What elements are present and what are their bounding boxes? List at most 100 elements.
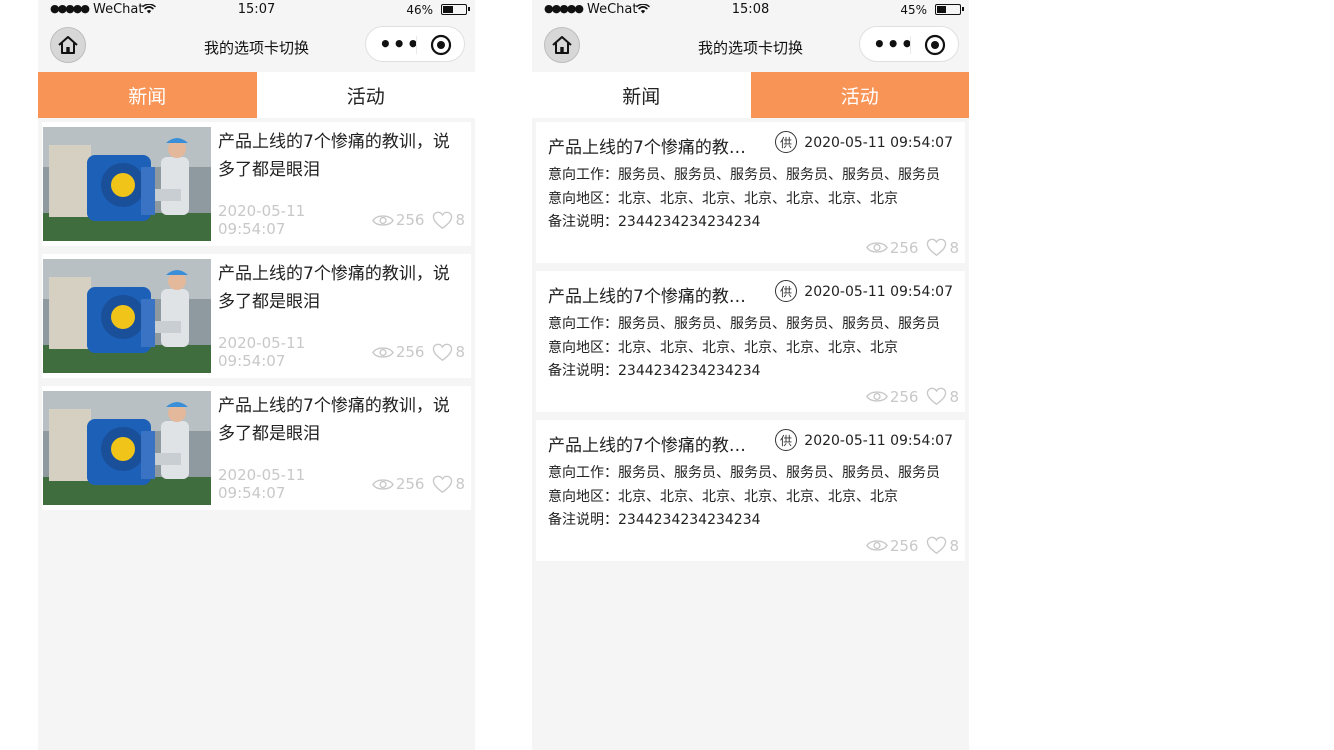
remark: 备注说明：2344234234234234 <box>548 214 761 230</box>
intended-job: 意向工作：服务员、服务员、服务员、服务员、服务员、服务员 <box>548 465 940 481</box>
views-count: 256 <box>372 475 425 493</box>
activity-title: 产品上线的7个惨痛的教训... <box>548 287 760 307</box>
likes-count[interactable]: 8 <box>926 387 959 406</box>
activity-item[interactable]: 产品上线的7个惨痛的教训... 供 2020-05-11 09:54:07 意向工作：… <box>536 271 965 412</box>
likes-value: 8 <box>455 475 465 493</box>
views-value: 256 <box>395 211 425 229</box>
phone-screen-news: ●●●●● WeChat 15:07 46% 我的选项卡切换 ••• 新闻 活动… <box>38 0 475 750</box>
views-count: 256 <box>866 238 919 257</box>
tab-activity[interactable]: 活动 <box>750 72 969 118</box>
capsule-divider <box>910 36 911 54</box>
activity-header: 产品上线的7个惨痛的教训... 供 2020-05-11 09:54:07 <box>542 271 959 313</box>
tab-news[interactable]: 新闻 <box>532 72 751 118</box>
news-thumbnail <box>43 259 211 373</box>
target-icon[interactable] <box>430 34 452 56</box>
news-title: 产品上线的7个惨痛的教训，说多了都是眼泪 <box>218 132 450 180</box>
news-meta: 2020-05-11 09:54:07 256 8 <box>218 334 465 370</box>
supply-badge: 供 <box>775 429 797 451</box>
eye-icon <box>866 538 888 553</box>
likes-count[interactable]: 8 <box>432 343 465 362</box>
battery-percent: 45% <box>900 3 927 17</box>
activity-header: 产品上线的7个惨痛的教训... 供 2020-05-11 09:54:07 <box>542 122 959 164</box>
heart-icon <box>926 238 947 257</box>
views-count: 256 <box>866 536 919 555</box>
news-item[interactable]: 产品上线的7个惨痛的教训，说多了都是眼泪 2020-05-11 09:54:07 2… <box>42 254 471 378</box>
intended-job: 意向工作：服务员、服务员、服务员、服务员、服务员、服务员 <box>548 167 940 183</box>
activity-date: 2020-05-11 09:54:07 <box>804 284 953 300</box>
battery-icon <box>441 4 470 15</box>
views-value: 256 <box>395 475 425 493</box>
intended-area: 意向地区：北京、北京、北京、北京、北京、北京、北京 <box>548 488 898 505</box>
activity-list: 产品上线的7个惨痛的教训... 供 2020-05-11 09:54:07 意向工作：… <box>532 118 969 561</box>
views-value: 256 <box>889 238 919 257</box>
remark: 备注说明：2344234234234234 <box>548 512 761 528</box>
news-date: 2020-05-11 09:54:07 <box>218 202 306 238</box>
heart-icon <box>926 387 947 406</box>
tab-bar: 新闻 活动 <box>532 72 969 118</box>
heart-icon <box>432 475 453 494</box>
nav-bar: 我的选项卡切换 ••• <box>532 20 969 72</box>
likes-count[interactable]: 8 <box>432 211 465 230</box>
menu-capsule: ••• <box>365 26 465 62</box>
likes-count[interactable]: 8 <box>432 475 465 494</box>
intended-area: 意向地区：北京、北京、北京、北京、北京、北京、北京 <box>548 190 898 207</box>
news-item[interactable]: 产品上线的7个惨痛的教训，说多了都是眼泪 2020-05-11 09:54:07 2… <box>42 386 471 510</box>
views-count: 256 <box>866 387 919 406</box>
eye-icon <box>372 345 394 360</box>
activity-date: 2020-05-11 09:54:07 <box>804 433 953 449</box>
likes-value: 8 <box>949 387 959 406</box>
supply-badge: 供 <box>775 131 797 153</box>
eye-icon <box>866 240 888 255</box>
news-list: 产品上线的7个惨痛的教训，说多了都是眼泪 2020-05-11 09:54:07 2… <box>38 118 475 510</box>
activity-item[interactable]: 产品上线的7个惨痛的教训... 供 2020-05-11 09:54:07 意向工作：… <box>536 420 965 561</box>
heart-icon <box>432 343 453 362</box>
views-value: 256 <box>889 387 919 406</box>
heart-icon <box>926 536 947 555</box>
factory-photo-icon <box>43 127 211 241</box>
more-dots-icon[interactable]: ••• <box>873 34 914 54</box>
news-title: 产品上线的7个惨痛的教训，说多了都是眼泪 <box>218 264 450 312</box>
views-value: 256 <box>395 343 425 361</box>
likes-value: 8 <box>949 238 959 257</box>
likes-count[interactable]: 8 <box>926 238 959 257</box>
likes-count[interactable]: 8 <box>926 536 959 555</box>
tab-activity[interactable]: 活动 <box>256 72 475 118</box>
news-meta: 2020-05-11 09:54:07 256 8 <box>218 466 465 502</box>
activity-date: 2020-05-11 09:54:07 <box>804 135 953 151</box>
likes-value: 8 <box>455 211 465 229</box>
likes-value: 8 <box>949 536 959 555</box>
tab-news[interactable]: 新闻 <box>38 72 257 118</box>
supply-badge: 供 <box>775 280 797 302</box>
factory-photo-icon <box>43 391 211 505</box>
news-meta: 2020-05-11 09:54:07 256 8 <box>218 202 465 238</box>
target-icon[interactable] <box>924 34 946 56</box>
likes-value: 8 <box>455 343 465 361</box>
activity-title: 产品上线的7个惨痛的教训... <box>548 138 760 158</box>
news-item[interactable]: 产品上线的7个惨痛的教训，说多了都是眼泪 2020-05-11 09:54:07 2… <box>42 122 471 246</box>
news-thumbnail <box>43 391 211 505</box>
views-value: 256 <box>889 536 919 555</box>
nav-bar: 我的选项卡切换 ••• <box>38 20 475 72</box>
activity-header: 产品上线的7个惨痛的教训... 供 2020-05-11 09:54:07 <box>542 420 959 462</box>
news-date: 2020-05-11 09:54:07 <box>218 334 306 370</box>
battery-icon <box>935 4 964 15</box>
news-title: 产品上线的7个惨痛的教训，说多了都是眼泪 <box>218 396 450 444</box>
news-date: 2020-05-11 09:54:07 <box>218 466 306 502</box>
factory-photo-icon <box>43 259 211 373</box>
activity-item[interactable]: 产品上线的7个惨痛的教训... 供 2020-05-11 09:54:07 意向工作：… <box>536 122 965 263</box>
tab-bar: 新闻 活动 <box>38 72 475 118</box>
intended-job: 意向工作：服务员、服务员、服务员、服务员、服务员、服务员 <box>548 316 940 332</box>
status-bar: ●●●●● WeChat 15:07 46% <box>38 0 475 20</box>
activity-title: 产品上线的7个惨痛的教训... <box>548 436 760 456</box>
menu-capsule: ••• <box>859 26 959 62</box>
views-count: 256 <box>372 211 425 229</box>
activity-stats: 256 8 <box>858 238 959 257</box>
news-thumbnail <box>43 127 211 241</box>
more-dots-icon[interactable]: ••• <box>379 34 420 54</box>
activity-stats: 256 8 <box>858 536 959 555</box>
remark: 备注说明：2344234234234234 <box>548 363 761 379</box>
eye-icon <box>372 213 394 228</box>
battery-percent: 46% <box>406 3 433 17</box>
capsule-divider <box>416 36 417 54</box>
intended-area: 意向地区：北京、北京、北京、北京、北京、北京、北京 <box>548 339 898 356</box>
